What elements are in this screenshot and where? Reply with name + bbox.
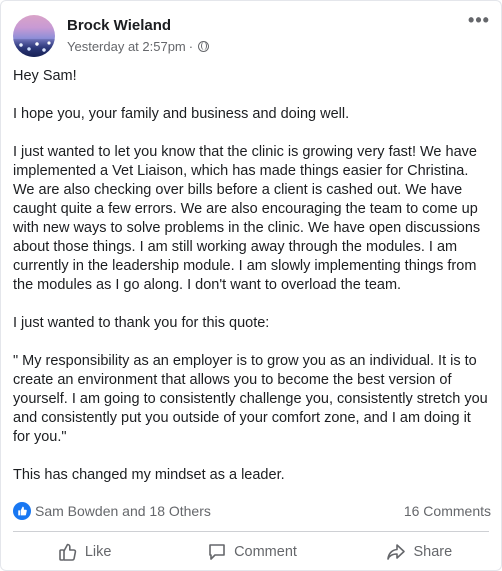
reactions-summary[interactable]: Sam Bowden and 18 Others	[13, 502, 211, 520]
like-button[interactable]: Like	[1, 535, 168, 569]
share-label: Share	[413, 544, 453, 560]
post-paragraph: This has changed my mindset as a leader.	[13, 467, 285, 483]
globe-icon[interactable]	[198, 41, 210, 52]
actions-divider	[13, 531, 489, 532]
thumbs-up-icon	[59, 543, 77, 561]
meta-separator: ·	[188, 39, 194, 54]
like-label: Like	[84, 544, 112, 560]
share-icon	[387, 544, 406, 560]
post-stats: Sam Bowden and 18 Others 16 Comments	[13, 501, 491, 521]
comment-button[interactable]: Comment	[168, 535, 335, 569]
comments-count-link[interactable]: 16 Comments	[404, 503, 491, 519]
share-button[interactable]: Share	[336, 535, 502, 569]
reactions-text: Sam Bowden and 18 Others	[35, 503, 211, 519]
author-name[interactable]: Brock Wieland	[67, 17, 171, 34]
post-paragraph: Hey Sam!	[13, 68, 77, 84]
comment-icon	[209, 544, 225, 560]
post-paragraph: I just wanted to let you know that the c…	[13, 144, 481, 293]
post-timestamp[interactable]: Yesterday at 2:57pm	[67, 39, 186, 54]
post-actions: Like Comment Share	[1, 535, 502, 569]
author-avatar[interactable]	[13, 15, 55, 57]
avatar-image	[13, 39, 55, 57]
ellipsis-icon[interactable]: •••	[467, 11, 491, 33]
comment-label: Comment	[234, 544, 297, 560]
post-card: Brock Wieland Yesterday at 2:57pm · ••• …	[0, 0, 502, 571]
post-paragraph: I just wanted to thank you for this quot…	[13, 315, 270, 331]
post-meta: Yesterday at 2:57pm ·	[67, 39, 210, 54]
post-body: Hey Sam! I hope you, your family and bus…	[13, 67, 491, 504]
post-paragraph: I hope you, your family and business and…	[13, 106, 350, 122]
like-reaction-icon	[13, 502, 31, 520]
post-paragraph: " My responsibility as an employer is to…	[13, 353, 488, 445]
